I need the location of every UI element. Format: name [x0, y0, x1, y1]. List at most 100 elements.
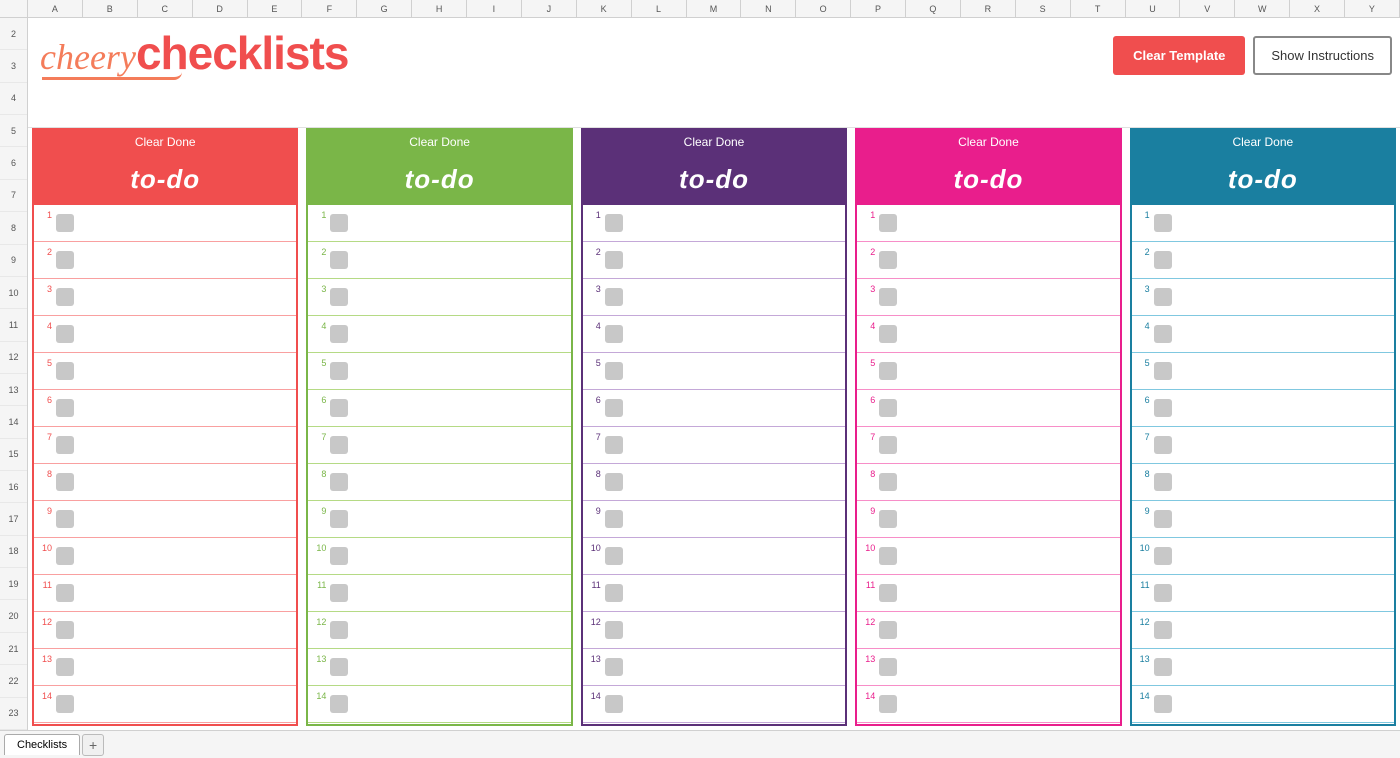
item-num-green-13: 13: [314, 653, 326, 664]
item-checkbox-red-11[interactable]: [56, 584, 74, 602]
item-checkbox-red-4[interactable]: [56, 325, 74, 343]
todo-item-teal-9: 9: [1132, 501, 1394, 538]
item-checkbox-green-6[interactable]: [330, 399, 348, 417]
clear-template-button[interactable]: Clear Template: [1113, 36, 1245, 75]
item-checkbox-pink-3[interactable]: [879, 288, 897, 306]
clear-done-button-red[interactable]: Clear Done: [34, 130, 296, 154]
item-checkbox-teal-1[interactable]: [1154, 214, 1172, 232]
todo-item-teal-10: 10: [1132, 538, 1394, 575]
item-checkbox-teal-4[interactable]: [1154, 325, 1172, 343]
item-checkbox-red-12[interactable]: [56, 621, 74, 639]
item-checkbox-green-2[interactable]: [330, 251, 348, 269]
item-checkbox-green-11[interactable]: [330, 584, 348, 602]
item-checkbox-purple-12[interactable]: [605, 621, 623, 639]
item-checkbox-green-13[interactable]: [330, 658, 348, 676]
item-checkbox-green-14[interactable]: [330, 695, 348, 713]
add-sheet-button[interactable]: +: [82, 734, 104, 756]
tab-checklists[interactable]: Checklists: [4, 734, 80, 755]
item-num-red-1: 1: [40, 209, 52, 220]
row-num-8: 8: [0, 212, 27, 244]
todo-item-green-15: 15: [308, 723, 570, 724]
checklist-pink: Clear Doneto-do123456789101112131415: [855, 128, 1121, 726]
checklists-section: Clear Doneto-do123456789101112131415Clea…: [28, 128, 1400, 730]
item-checkbox-purple-1[interactable]: [605, 214, 623, 232]
item-checkbox-green-1[interactable]: [330, 214, 348, 232]
item-checkbox-teal-2[interactable]: [1154, 251, 1172, 269]
item-checkbox-red-1[interactable]: [56, 214, 74, 232]
todo-item-pink-11: 11: [857, 575, 1119, 612]
item-checkbox-pink-5[interactable]: [879, 362, 897, 380]
todo-item-purple-9: 9: [583, 501, 845, 538]
item-checkbox-teal-6[interactable]: [1154, 399, 1172, 417]
item-checkbox-purple-10[interactable]: [605, 547, 623, 565]
item-checkbox-purple-14[interactable]: [605, 695, 623, 713]
show-instructions-button[interactable]: Show Instructions: [1253, 36, 1392, 75]
item-checkbox-red-13[interactable]: [56, 658, 74, 676]
item-num-purple-1: 1: [589, 209, 601, 220]
todo-item-green-14: 14: [308, 686, 570, 723]
item-checkbox-pink-12[interactable]: [879, 621, 897, 639]
todo-item-pink-3: 3: [857, 279, 1119, 316]
todo-item-purple-6: 6: [583, 390, 845, 427]
item-checkbox-red-10[interactable]: [56, 547, 74, 565]
item-checkbox-teal-7[interactable]: [1154, 436, 1172, 454]
item-checkbox-purple-13[interactable]: [605, 658, 623, 676]
content-area: cheerychecklists Clear Template Show Ins…: [28, 18, 1400, 730]
item-checkbox-green-7[interactable]: [330, 436, 348, 454]
item-checkbox-pink-4[interactable]: [879, 325, 897, 343]
item-checkbox-green-5[interactable]: [330, 362, 348, 380]
clear-done-button-teal[interactable]: Clear Done: [1132, 130, 1394, 154]
item-checkbox-teal-14[interactable]: [1154, 695, 1172, 713]
item-checkbox-teal-10[interactable]: [1154, 547, 1172, 565]
col-header-C: C: [138, 0, 193, 17]
item-checkbox-pink-14[interactable]: [879, 695, 897, 713]
clear-done-button-green[interactable]: Clear Done: [308, 130, 570, 154]
item-checkbox-purple-8[interactable]: [605, 473, 623, 491]
item-checkbox-pink-1[interactable]: [879, 214, 897, 232]
item-checkbox-red-3[interactable]: [56, 288, 74, 306]
item-checkbox-green-4[interactable]: [330, 325, 348, 343]
item-checkbox-red-9[interactable]: [56, 510, 74, 528]
item-checkbox-green-3[interactable]: [330, 288, 348, 306]
item-checkbox-green-9[interactable]: [330, 510, 348, 528]
item-checkbox-purple-6[interactable]: [605, 399, 623, 417]
item-checkbox-purple-2[interactable]: [605, 251, 623, 269]
item-checkbox-teal-13[interactable]: [1154, 658, 1172, 676]
col-header-L: L: [632, 0, 687, 17]
item-num-purple-8: 8: [589, 468, 601, 479]
item-checkbox-green-8[interactable]: [330, 473, 348, 491]
item-checkbox-red-2[interactable]: [56, 251, 74, 269]
item-checkbox-teal-12[interactable]: [1154, 621, 1172, 639]
item-checkbox-pink-11[interactable]: [879, 584, 897, 602]
clear-done-button-pink[interactable]: Clear Done: [857, 130, 1119, 154]
item-checkbox-red-8[interactable]: [56, 473, 74, 491]
item-checkbox-red-6[interactable]: [56, 399, 74, 417]
todo-item-red-2: 2: [34, 242, 296, 279]
item-checkbox-teal-11[interactable]: [1154, 584, 1172, 602]
item-checkbox-pink-13[interactable]: [879, 658, 897, 676]
item-checkbox-red-14[interactable]: [56, 695, 74, 713]
item-num-pink-10: 10: [863, 542, 875, 553]
item-checkbox-red-5[interactable]: [56, 362, 74, 380]
item-checkbox-purple-11[interactable]: [605, 584, 623, 602]
item-checkbox-purple-7[interactable]: [605, 436, 623, 454]
item-checkbox-green-10[interactable]: [330, 547, 348, 565]
item-checkbox-pink-6[interactable]: [879, 399, 897, 417]
item-checkbox-purple-9[interactable]: [605, 510, 623, 528]
item-checkbox-teal-3[interactable]: [1154, 288, 1172, 306]
item-checkbox-pink-9[interactable]: [879, 510, 897, 528]
column-headers: ABCDEFGHIJKLMNOPQRSTUVWXY: [0, 0, 1400, 18]
item-checkbox-green-12[interactable]: [330, 621, 348, 639]
item-checkbox-pink-2[interactable]: [879, 251, 897, 269]
item-checkbox-purple-5[interactable]: [605, 362, 623, 380]
item-checkbox-pink-8[interactable]: [879, 473, 897, 491]
item-checkbox-pink-7[interactable]: [879, 436, 897, 454]
clear-done-button-purple[interactable]: Clear Done: [583, 130, 845, 154]
item-checkbox-pink-10[interactable]: [879, 547, 897, 565]
item-checkbox-teal-5[interactable]: [1154, 362, 1172, 380]
item-checkbox-red-7[interactable]: [56, 436, 74, 454]
item-checkbox-purple-3[interactable]: [605, 288, 623, 306]
item-checkbox-teal-8[interactable]: [1154, 473, 1172, 491]
item-checkbox-teal-9[interactable]: [1154, 510, 1172, 528]
item-checkbox-purple-4[interactable]: [605, 325, 623, 343]
